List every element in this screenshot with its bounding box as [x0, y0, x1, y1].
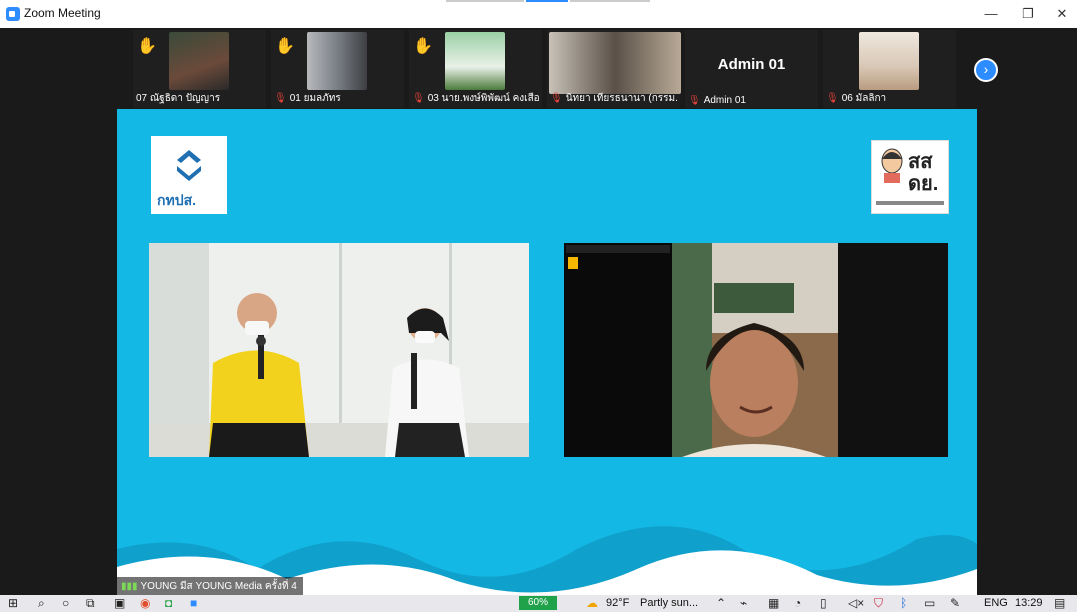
mic-muted-icon: 🎙	[274, 93, 287, 104]
raised-hand-icon: ✋	[275, 38, 295, 55]
usb-icon[interactable]: ⌁	[740, 596, 747, 610]
participant-tile[interactable]: Admin 01 🎙 Admin 01	[685, 30, 818, 108]
participant-name: 🎙 Admin 01	[688, 95, 746, 106]
speaker-muted-icon[interactable]: ◁×	[848, 596, 864, 610]
search-icon[interactable]: ⌕	[38, 596, 45, 611]
chevron-up-icon[interactable]: ⌃	[716, 596, 726, 610]
cortana-icon[interactable]: ○	[62, 596, 69, 610]
speakers-scene	[149, 243, 529, 457]
view-indicator-1[interactable]	[446, 0, 524, 2]
participant-name: 🎙 03 นาย.พงษ์พิพัฒน์ คงเสือ	[412, 93, 540, 104]
battery-indicator[interactable]: 60%	[519, 596, 557, 610]
raised-hand-icon: ✋	[137, 38, 157, 55]
participant-screen-video	[564, 243, 948, 457]
signal-bars-icon: ▮▮▮	[121, 581, 138, 592]
chevron-logo-icon	[177, 150, 201, 181]
mic-muted-icon: 🎙	[550, 93, 563, 104]
restore-button[interactable]: ❐	[1014, 4, 1042, 24]
participant-video	[859, 32, 919, 90]
zoom-taskbar-icon[interactable]: ■	[190, 596, 197, 610]
participant-video	[549, 32, 681, 94]
windows-taskbar: ⊞ ⌕ ○ ⧉ ▣ ◉ ◘ ■ 60% ☁ 92°F Partly sun...…	[0, 595, 1077, 612]
task-view-icon[interactable]: ⧉	[86, 596, 95, 611]
participant-tile[interactable]: ✋ 🎙 01 ยมลภัทร	[271, 30, 404, 108]
zoom-app-icon	[6, 7, 20, 21]
participant-name: 🎙 01 ยมลภัทร	[274, 93, 341, 104]
weather-icon[interactable]: ☁	[586, 596, 598, 610]
face-logo-icon	[881, 148, 903, 183]
wifi-icon[interactable]: ◔	[794, 596, 801, 610]
participant-video	[445, 32, 505, 90]
meeting-area: ✋ 07 ณัฐธิดา ปัญญาร ✋ 🎙 01 ยมลภัทร ✋ 🎙 03 …	[0, 28, 1077, 596]
display-icon[interactable]: ▯	[820, 596, 827, 610]
ssdy-logo: สส ดย.	[871, 140, 949, 214]
mcafee-icon[interactable]: ⛉	[874, 596, 883, 611]
participant-name: 🎙 06 มัลลิกา	[826, 93, 887, 104]
view-indicator-2[interactable]	[570, 0, 650, 2]
active-speaker-label: ▮▮▮ YOUNG มีส YOUNG Media ครั้งที่ 4	[117, 577, 303, 596]
participant-name: 🎙 นิทยา เทียรธนานา (กรรม...	[550, 93, 678, 104]
bluetooth-icon[interactable]: ᛒ	[900, 596, 907, 610]
participant-tile[interactable]: 🎙 นิทยา เทียรธนานา (กรรม...	[547, 30, 681, 108]
participant-video	[307, 32, 367, 90]
language-indicator[interactable]: ENG	[984, 597, 1008, 609]
participant-tile[interactable]: ✋ 🎙 03 นาย.พงษ์พิพัฒน์ คงเสือ	[409, 30, 542, 108]
chrome-icon[interactable]: ◉	[140, 596, 150, 610]
minimize-button[interactable]: —	[977, 4, 1005, 24]
speakers-video	[149, 243, 529, 457]
participant-video	[169, 32, 229, 90]
app-tray-icon[interactable]: ▦	[768, 596, 779, 610]
participant-strip: ✋ 07 ณัฐธิดา ปัญญาร ✋ 🎙 01 ยมลภัทร ✋ 🎙 03 …	[133, 30, 963, 108]
participant-scene	[564, 243, 948, 457]
close-button[interactable]: ✕	[1048, 4, 1076, 24]
participant-display-name: Admin 01	[717, 56, 786, 73]
notification-icon[interactable]: ▤	[1054, 596, 1065, 610]
logo-left-text: กทปส.	[157, 192, 197, 208]
raised-hand-icon: ✋	[413, 38, 433, 55]
line-app-icon[interactable]: ◘	[165, 596, 172, 610]
mic-muted-icon: 🎙	[412, 93, 425, 104]
logo-right-line2: ดย.	[908, 173, 939, 195]
store-icon[interactable]: ▣	[114, 596, 125, 610]
pen-icon[interactable]: ✎	[950, 596, 960, 610]
window-title: Zoom Meeting	[24, 6, 101, 20]
network-icon[interactable]: ▭	[924, 596, 935, 610]
view-indicator-active[interactable]	[526, 0, 568, 2]
participant-name: 07 ณัฐธิดา ปัญญาร	[136, 93, 221, 104]
mic-muted-icon: 🎙	[688, 95, 701, 106]
mic-muted-icon: 🎙	[826, 93, 839, 104]
clock[interactable]: 13:29	[1015, 597, 1043, 609]
chevron-right-icon[interactable]: ›	[974, 58, 998, 82]
window-titlebar: Zoom Meeting — ❐ ✕	[0, 0, 1077, 28]
participant-tile[interactable]: ✋ 07 ณัฐธิดา ปัญญาร	[133, 30, 266, 108]
shared-screen: กทปส. สส ดย.	[117, 109, 977, 595]
windows-start-icon[interactable]: ⊞	[8, 596, 18, 610]
btfp-logo: กทปส.	[151, 136, 227, 214]
participant-tile[interactable]: 🎙 06 มัลลิกา	[823, 30, 956, 108]
weather-temp[interactable]: 92°F	[606, 597, 629, 609]
logo-right-caption	[876, 201, 944, 205]
weather-text[interactable]: Partly sun...	[640, 597, 698, 609]
